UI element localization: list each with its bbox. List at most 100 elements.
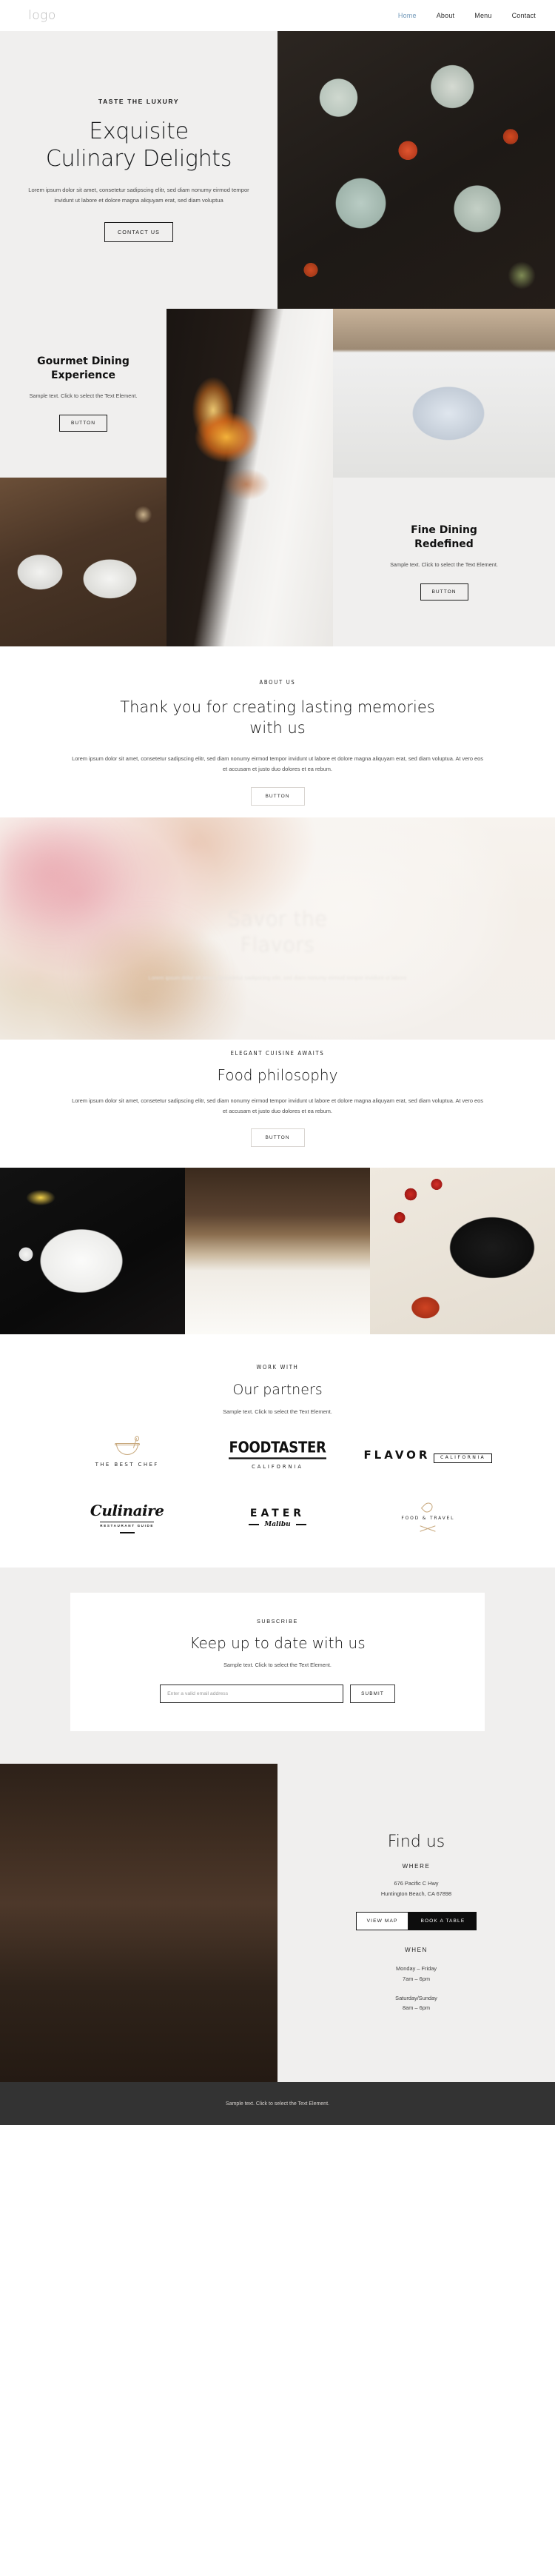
subscribe-title: Keep up to date with us — [189, 1634, 366, 1653]
weekday-hours-block: Monday – Friday 7am – 6pm — [396, 1964, 437, 1984]
about-title: Thank you for creating lasting memories … — [120, 698, 435, 737]
site-logo[interactable]: logo — [28, 8, 56, 23]
gourmet-dining-button[interactable]: BUTTON — [59, 414, 107, 432]
weekday-days: Monday – Friday — [395, 1965, 437, 1973]
hero-paragraph: Lorem ipsum dolor sit amet, consetetur s… — [28, 186, 249, 204]
culinaire-divider — [119, 1531, 135, 1533]
partner-logo-eater-malibu[interactable]: EATER Malibu — [249, 1508, 306, 1528]
partner-label-the-best-chef: THE BEST CHEF — [95, 1462, 159, 1468]
partner-label-foodtaster: FOODTASTER — [229, 1440, 326, 1460]
breakfast-table-photo — [0, 478, 166, 646]
partner-logo-the-best-chef[interactable]: THE BEST CHEF — [95, 1438, 159, 1468]
subscribe-form: SUBMIT — [92, 1685, 462, 1704]
plated-salad-photo — [0, 1168, 185, 1335]
find-us-section: Find us WHERE 676 Pacific C Hwy Huntingt… — [0, 1764, 555, 2083]
hero-eyebrow: TASTE THE LUXURY — [98, 98, 180, 106]
philosophy-paragraph: Lorem ipsum dolor sit amet, consetetur s… — [72, 1097, 483, 1114]
gourmet-title-line1: Gourmet Dining — [37, 355, 130, 368]
gallery-row — [0, 1168, 555, 1335]
partner-label-eater: EATER — [249, 1507, 306, 1519]
gourmet-dining-panel: Gourmet Dining Experience Sample text. C… — [0, 309, 166, 478]
hero-title-line1: Exquisite — [89, 118, 189, 145]
find-us-image — [0, 1764, 278, 2083]
view-map-button[interactable]: VIEW MAP — [355, 1912, 409, 1931]
fine-dining-title-line1: Fine Dining — [411, 524, 477, 537]
partner-logo-culinaire[interactable]: Culinaire RESTAURANT GUIDE — [90, 1503, 164, 1533]
hero-title-line2: Culinary Delights — [45, 145, 232, 172]
ghost-heading: Savor the Flavors — [0, 906, 555, 958]
subscribe-card: SUBSCRIBE Keep up to date with us Sample… — [70, 1593, 485, 1732]
eater-rule-left — [249, 1524, 260, 1525]
leaf-icon — [421, 1500, 435, 1515]
when-label: WHEN — [405, 1947, 428, 1954]
philosophy-eyebrow: ELEGANT CUISINE AWAITS — [230, 1049, 325, 1057]
fine-dining-panel: Fine Dining Redefined Sample text. Click… — [333, 478, 555, 646]
gallery-image-3 — [370, 1168, 555, 1335]
tomato-pot-photo — [370, 1168, 555, 1335]
gourmet-dining-text: Sample text. Click to select the Text El… — [29, 392, 138, 399]
ghost-heading-line2: Flavors — [240, 933, 315, 957]
about-eyebrow: ABOUT US — [259, 679, 296, 686]
man-dining-photo — [185, 1168, 370, 1335]
find-us-title: Find us — [387, 1832, 445, 1851]
nav-item-home[interactable]: Home — [398, 12, 417, 19]
email-input[interactable] — [160, 1685, 344, 1704]
philosophy-section: ELEGANT CUISINE AWAITS Food philosophy L… — [0, 1039, 555, 1168]
partner-sublabel-eater: Malibu — [264, 1520, 291, 1528]
weekend-hours: 8am – 6pm — [403, 2004, 430, 2012]
find-us-actions: VIEW MAP BOOK A TABLE — [355, 1912, 477, 1931]
address-line-1: 676 Pacific C Hwy — [394, 1879, 439, 1887]
ghost-heading-line1: Savor the — [227, 907, 328, 931]
subscribe-text: Sample text. Click to select the Text El… — [223, 1662, 332, 1669]
fine-dining-title-line2: Redefined — [414, 538, 474, 550]
chef-flame-image — [166, 309, 333, 646]
address-line-2: Huntington Beach, CA 67898 — [380, 1890, 452, 1897]
partner-sublabel-foodtaster: CALIFORNIA — [252, 1464, 303, 1471]
hero-food-photo — [278, 31, 555, 309]
partner-label-food-and-travel: FOOD & TRAVEL — [401, 1516, 455, 1522]
partner-logo-grid: THE BEST CHEF FOODTASTER CALIFORNIA FLAV… — [0, 1438, 555, 1533]
partner-logo-flavor[interactable]: FLAVOR CALIFORNIA — [363, 1448, 493, 1463]
nav-item-menu[interactable]: Menu — [474, 12, 491, 19]
philosophy-button[interactable]: BUTTON — [250, 1128, 305, 1148]
plated-dessert-photo — [333, 309, 555, 478]
partner-logo-foodtaster[interactable]: FOODTASTER CALIFORNIA — [229, 1440, 326, 1471]
weekend-days: Saturday/Sunday — [395, 1994, 437, 2001]
partner-label-culinaire: Culinaire — [90, 1501, 164, 1519]
fine-dining-title: Fine Dining Redefined — [411, 523, 477, 550]
breakfast-table-image — [0, 478, 166, 646]
fine-dining-button[interactable]: BUTTON — [420, 583, 468, 600]
fine-dining-text: Sample text. Click to select the Text El… — [390, 561, 498, 568]
plated-dessert-image — [333, 309, 555, 478]
bowl-icon — [114, 1438, 140, 1457]
parallax-blurred-band: Savor the Flavors Lorem ipsum dolor sit … — [0, 817, 555, 1040]
hero-image — [278, 31, 555, 309]
partner-label-flavor: FLAVOR — [363, 1448, 431, 1462]
subscribe-section: SUBSCRIBE Keep up to date with us Sample… — [0, 1568, 555, 1764]
about-section: ABOUT US Thank you for creating lasting … — [0, 646, 555, 817]
chef-portrait-photo — [0, 1764, 278, 2083]
eater-sub-row: Malibu — [249, 1520, 306, 1528]
subscribe-eyebrow: SUBSCRIBE — [257, 1618, 298, 1625]
footer-text: Sample text. Click to select the Text El… — [226, 2101, 329, 2107]
gallery-image-2 — [185, 1168, 370, 1335]
hero-title: Exquisite Culinary Delights — [46, 118, 232, 173]
partners-eyebrow: WORK WITH — [256, 1364, 299, 1371]
chef-flambe-photo — [166, 309, 333, 646]
nav-item-contact[interactable]: Contact — [512, 12, 536, 19]
gallery-image-1 — [0, 1168, 185, 1335]
philosophy-title: Food philosophy — [217, 1065, 338, 1084]
submit-button[interactable]: SUBMIT — [350, 1685, 395, 1704]
about-button[interactable]: BUTTON — [250, 786, 305, 806]
gourmet-title-line2: Experience — [50, 369, 116, 381]
about-paragraph: Lorem ipsum dolor sit amet, consetetur s… — [72, 755, 483, 773]
weekday-hours: 7am – 6pm — [403, 1976, 430, 1983]
hero-section: TASTE THE LUXURY Exquisite Culinary Deli… — [0, 31, 555, 309]
contact-us-button[interactable]: CONTACT US — [104, 221, 174, 242]
crossed-utensils-icon — [420, 1525, 436, 1533]
main-navigation: Home About Menu Contact — [398, 12, 536, 19]
hero-content: TASTE THE LUXURY Exquisite Culinary Deli… — [0, 31, 278, 309]
book-a-table-button[interactable]: BOOK A TABLE — [408, 1912, 477, 1931]
partner-logo-food-and-travel[interactable]: FOOD & TRAVEL — [401, 1500, 455, 1533]
nav-item-about[interactable]: About — [437, 12, 455, 19]
